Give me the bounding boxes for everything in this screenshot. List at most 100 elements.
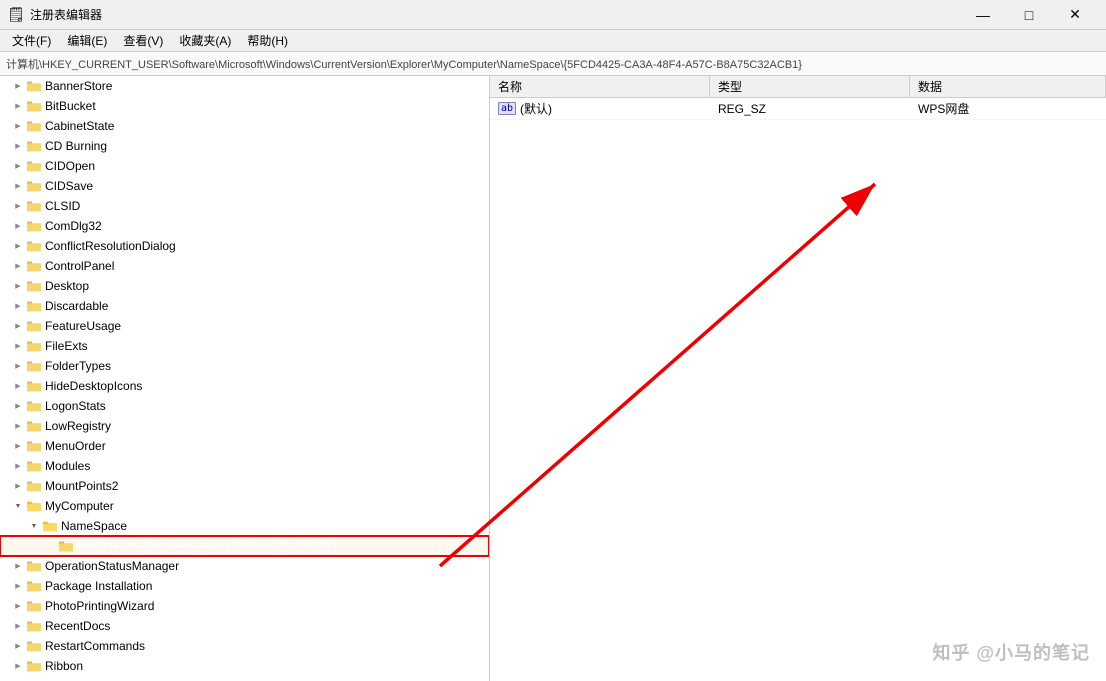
folder-icon xyxy=(26,658,42,674)
expand-icon[interactable]: ▶ xyxy=(10,78,26,94)
tree-item[interactable]: ▶ CD Burning xyxy=(0,136,489,156)
expand-icon[interactable]: ▶ xyxy=(10,598,26,614)
folder-icon xyxy=(26,178,42,194)
expand-icon[interactable]: ▶ xyxy=(10,618,26,634)
menu-bar: 文件(F) 编辑(E) 查看(V) 收藏夹(A) 帮助(H) xyxy=(0,30,1106,52)
tree-item[interactable]: ▼ NameSpace xyxy=(0,516,489,536)
tree-item[interactable]: ▶ MountPoints2 xyxy=(0,476,489,496)
expand-icon[interactable]: ▶ xyxy=(10,118,26,134)
minimize-button[interactable]: — xyxy=(960,0,1006,30)
tree-item[interactable]: ▼ MyComputer xyxy=(0,496,489,516)
tree-item[interactable]: ▶ Modules xyxy=(0,456,489,476)
tree-item[interactable]: ▶ BannerStore xyxy=(0,76,489,96)
tree-item[interactable]: ▶ Desktop xyxy=(0,276,489,296)
expand-icon[interactable]: ▶ xyxy=(10,198,26,214)
tree-item[interactable]: ▶ CLSID xyxy=(0,196,489,216)
folder-icon xyxy=(26,478,42,494)
tree-item-label: Ribbon xyxy=(45,659,83,673)
tree-item-label: LowRegistry xyxy=(45,419,111,433)
registry-row[interactable]: ab(默认)REG_SZWPS网盘 xyxy=(490,98,1106,120)
tree-item-label: Package Installation xyxy=(45,579,152,593)
tree-item[interactable]: ▶ MenuOrder xyxy=(0,436,489,456)
tree-item-label: RestartCommands xyxy=(45,639,145,653)
expand-icon[interactable]: ▶ xyxy=(10,98,26,114)
folder-icon xyxy=(42,518,58,534)
menu-help[interactable]: 帮助(H) xyxy=(239,30,296,52)
tree-item[interactable]: ▶ RestartCommands xyxy=(0,636,489,656)
tree-item[interactable]: ▶ HideDesktopIcons xyxy=(0,376,489,396)
tree-item-label: CIDSave xyxy=(45,179,93,193)
tree-item[interactable]: ▶ PhotoPrintingWizard xyxy=(0,596,489,616)
expand-icon[interactable]: ▶ xyxy=(10,158,26,174)
menu-file[interactable]: 文件(F) xyxy=(4,30,59,52)
folder-icon xyxy=(26,158,42,174)
expand-icon[interactable]: ▶ xyxy=(10,478,26,494)
expand-icon[interactable]: ▶ xyxy=(10,258,26,274)
folder-icon xyxy=(26,618,42,634)
expand-icon[interactable]: ▶ xyxy=(10,558,26,574)
menu-view[interactable]: 查看(V) xyxy=(115,30,171,52)
tree-item[interactable]: ▶ Package Installation xyxy=(0,576,489,596)
tree-item-label: CIDOpen xyxy=(45,159,95,173)
tree-item[interactable]: ▶ LowRegistry xyxy=(0,416,489,436)
expand-icon[interactable]: ▶ xyxy=(10,438,26,454)
expand-icon[interactable]: ▶ xyxy=(10,338,26,354)
folder-icon xyxy=(26,358,42,374)
tree-item[interactable]: ▶ ControlPanel xyxy=(0,256,489,276)
expand-icon[interactable]: ▶ xyxy=(10,298,26,314)
registry-name-cell: ab(默认) xyxy=(490,100,710,117)
expand-icon[interactable]: ▶ xyxy=(10,178,26,194)
registry-data-cell: WPS网盘 xyxy=(910,100,1106,117)
expand-icon[interactable]: ▶ xyxy=(10,398,26,414)
tree-item[interactable]: ▶ ConflictResolutionDialog xyxy=(0,236,489,256)
tree-item[interactable]: ▶ FileExts xyxy=(0,336,489,356)
expand-icon[interactable]: ▶ xyxy=(10,658,26,674)
tree-item-label: CD Burning xyxy=(45,139,107,153)
tree-item[interactable]: ▶ LogonStats xyxy=(0,396,489,416)
tree-item[interactable]: ▶ CIDOpen xyxy=(0,156,489,176)
tree-item[interactable]: ▶ CabinetState xyxy=(0,116,489,136)
expand-icon[interactable]: ▶ xyxy=(10,358,26,374)
registry-name-label: (默认) xyxy=(520,100,552,117)
tree-item[interactable]: {5FCD4425-CA3A-48F4-A57C-B8A75C32ACB1} xyxy=(0,536,489,556)
tree-item[interactable]: ▶ CIDSave xyxy=(0,176,489,196)
maximize-button[interactable]: □ xyxy=(1006,0,1052,30)
expand-icon[interactable]: ▶ xyxy=(10,378,26,394)
expand-icon[interactable]: ▼ xyxy=(26,518,42,534)
tree-item[interactable]: ▶ ComDlg32 xyxy=(0,216,489,236)
expand-icon[interactable]: ▶ xyxy=(10,318,26,334)
expand-icon[interactable]: ▶ xyxy=(10,138,26,154)
tree-item[interactable]: ▶ OperationStatusManager xyxy=(0,556,489,576)
folder-icon xyxy=(26,238,42,254)
tree-item[interactable]: ▶ Discardable xyxy=(0,296,489,316)
close-button[interactable]: ✕ xyxy=(1052,0,1098,30)
tree-item[interactable]: ▶ Ribbon xyxy=(0,656,489,676)
tree-item[interactable]: ▶ FeatureUsage xyxy=(0,316,489,336)
folder-icon xyxy=(26,458,42,474)
expand-icon[interactable]: ▶ xyxy=(10,238,26,254)
expand-icon[interactable]: ▶ xyxy=(10,218,26,234)
tree-item-label: ComDlg32 xyxy=(45,219,102,233)
folder-icon xyxy=(26,378,42,394)
expand-icon[interactable]: ▶ xyxy=(10,278,26,294)
expand-icon[interactable]: ▶ xyxy=(10,418,26,434)
menu-favorites[interactable]: 收藏夹(A) xyxy=(171,30,239,52)
tree-item-label: FeatureUsage xyxy=(45,319,121,333)
folder-icon xyxy=(26,418,42,434)
tree-item-label: BitBucket xyxy=(45,99,96,113)
tree-item[interactable]: ▶ FolderTypes xyxy=(0,356,489,376)
tree-item[interactable]: ▶ RecentDocs xyxy=(0,616,489,636)
expand-icon[interactable]: ▶ xyxy=(10,638,26,654)
tree-item-label: PhotoPrintingWizard xyxy=(45,599,154,613)
folder-icon xyxy=(26,438,42,454)
menu-edit[interactable]: 编辑(E) xyxy=(59,30,115,52)
expand-icon[interactable]: ▶ xyxy=(10,578,26,594)
expand-icon[interactable]: ▶ xyxy=(10,458,26,474)
title-bar: 🗒 注册表编辑器 — □ ✕ xyxy=(0,0,1106,30)
tree-item[interactable]: ▶ BitBucket xyxy=(0,96,489,116)
tree-item-label: HideDesktopIcons xyxy=(45,379,142,393)
expand-icon[interactable] xyxy=(42,538,58,554)
folder-icon xyxy=(26,258,42,274)
expand-icon[interactable]: ▼ xyxy=(10,498,26,514)
tree-item-label: LogonStats xyxy=(45,399,106,413)
